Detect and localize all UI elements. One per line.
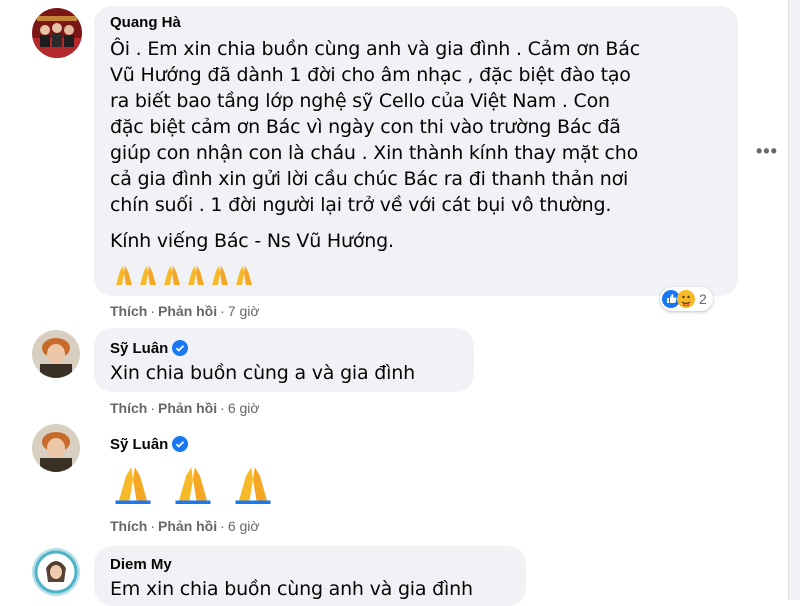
pray-emoji [235,467,271,504]
pray-emoji [164,266,180,285]
separator: · [150,400,156,416]
verified-badge-icon [172,340,189,356]
reply-link[interactable]: Phản hồi [158,400,217,416]
comment-text-line: Vũ Hướng đã dành 1 đời cho âm nhạc , đặc… [110,64,631,86]
like-link[interactable]: Thích [110,518,147,534]
comment-text-line: giúp con nhận con là cháu . Xin thành kí… [110,142,639,164]
avatar[interactable] [32,424,80,472]
timestamp[interactable]: 7 giờ [228,303,260,319]
comment-text-line: Ôi . Em xin chia buồn cùng anh và gia đì… [110,38,640,60]
separator: · [220,400,225,416]
comment-text-line: cả gia đình xin gửi lời cầu chúc Bác ra … [110,168,629,190]
commenter-name[interactable]: Sỹ Luân [110,436,189,453]
comment-actions: Thích · Phản hồi · 7 giờ [110,303,260,319]
commenter-name[interactable]: Sỹ Luân [110,340,189,357]
care-reaction-icon [677,290,695,308]
avatar[interactable] [32,548,80,596]
pray-emoji [116,266,132,285]
separator: · [150,303,156,319]
scrollbar[interactable] [788,0,800,600]
comment-actions: Thích · Phản hồi · 6 giờ [110,518,260,534]
comment-text-line: đặc biệt cảm ơn Bác vì ngày con thi vào … [110,116,621,138]
pray-emoji [175,467,211,504]
commenter-name[interactable]: Diem My [110,556,172,573]
timestamp[interactable]: 6 giờ [228,518,260,534]
pray-emoji [212,266,228,285]
more-options-icon[interactable]: ••• [756,141,778,162]
avatar[interactable] [32,330,80,378]
separator: · [220,303,225,319]
verified-badge-icon [172,436,189,452]
pray-emoji [115,467,151,504]
like-link[interactable]: Thích [110,303,147,319]
pray-emoji [140,266,156,285]
separator: · [150,518,156,534]
comment-text: Em xin chia buồn cùng anh và gia đình [110,578,473,600]
pray-emoji-row [112,462,274,504]
comment-text-line: chín suối . 1 đời người lại trở về với c… [110,194,612,216]
comment-text: Xin chia buồn cùng a và gia đình [110,362,415,384]
comment-signoff: Kính viếng Bác - Ns Vũ Hướng. [110,230,394,252]
pray-emoji-row [112,263,256,287]
reaction-summary[interactable]: 2 [660,287,713,311]
avatar[interactable] [32,8,82,58]
reaction-count: 2 [699,291,707,307]
pray-emoji [188,266,204,285]
like-link[interactable]: Thích [110,400,147,416]
separator: · [220,518,225,534]
reply-link[interactable]: Phản hồi [158,518,217,534]
timestamp[interactable]: 6 giờ [228,400,260,416]
reply-link[interactable]: Phản hồi [158,303,217,319]
comment-text-line: ra biết bao tầng lớp nghệ sỹ Cello của V… [110,90,610,112]
commenter-name[interactable]: Quang Hà [110,14,181,31]
pray-emoji [236,266,252,285]
comment-actions: Thích · Phản hồi · 6 giờ [110,400,260,416]
